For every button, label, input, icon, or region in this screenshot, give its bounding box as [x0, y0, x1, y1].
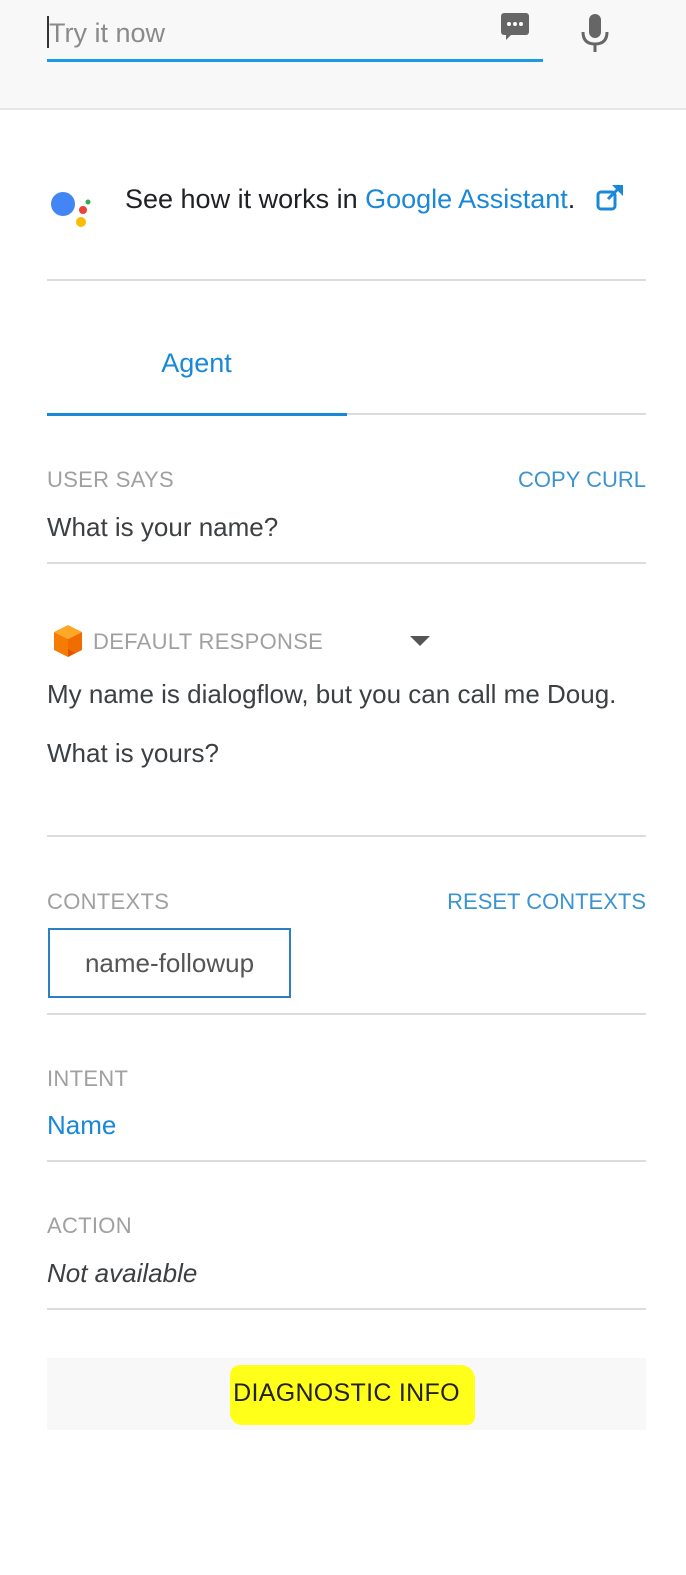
google-assistant-promo: See how it works in Google Assistant.	[47, 178, 647, 228]
divider	[47, 279, 646, 281]
action-value: Not available	[47, 1258, 198, 1288]
divider	[47, 835, 646, 837]
default-response-label: DEFAULT RESPONSE	[93, 629, 324, 654]
user-says-label: USER SAYS	[47, 467, 174, 492]
action-label: ACTION	[47, 1213, 132, 1238]
assistant-promo-text: See how it works in Google Assistant.	[125, 184, 575, 215]
copy-curl-button[interactable]: COPY CURL	[518, 467, 646, 493]
caret-down-icon[interactable]	[410, 636, 430, 646]
try-it-now-input[interactable]	[47, 10, 487, 56]
chat-bubble-icon[interactable]	[500, 12, 530, 40]
try-it-now-field[interactable]	[47, 10, 543, 62]
external-link-icon[interactable]	[595, 184, 625, 212]
assistant-promo-suffix: .	[567, 184, 576, 214]
user-says-value: What is your name?	[47, 512, 279, 542]
text-cursor	[47, 16, 49, 48]
intent-label: INTENT	[47, 1066, 129, 1091]
context-chip[interactable]: name-followup	[48, 928, 291, 998]
google-assistant-logo-icon	[51, 192, 91, 227]
dialogflow-cube-icon	[54, 625, 82, 657]
google-assistant-link[interactable]: Google Assistant	[365, 184, 568, 214]
divider	[47, 1308, 646, 1310]
reset-contexts-button[interactable]: RESET CONTEXTS	[447, 889, 646, 915]
contexts-label: CONTEXTS	[47, 889, 170, 914]
intent-link[interactable]: Name	[47, 1110, 116, 1141]
tab-agent-label: Agent	[161, 348, 232, 378]
response-line: What is yours?	[47, 738, 219, 768]
assistant-promo-prefix: See how it works in	[125, 184, 366, 214]
divider	[47, 562, 646, 564]
response-line: My name is dialogflow, but you can call …	[47, 679, 617, 709]
microphone-icon[interactable]	[578, 12, 612, 54]
active-tab-indicator	[47, 413, 347, 416]
diagnostic-info-button[interactable]: DIAGNOSTIC INFO	[47, 1379, 646, 1408]
try-it-now-bar	[0, 0, 686, 110]
divider	[47, 1013, 646, 1015]
divider	[47, 1160, 646, 1162]
tab-agent[interactable]: Agent	[47, 340, 346, 416]
